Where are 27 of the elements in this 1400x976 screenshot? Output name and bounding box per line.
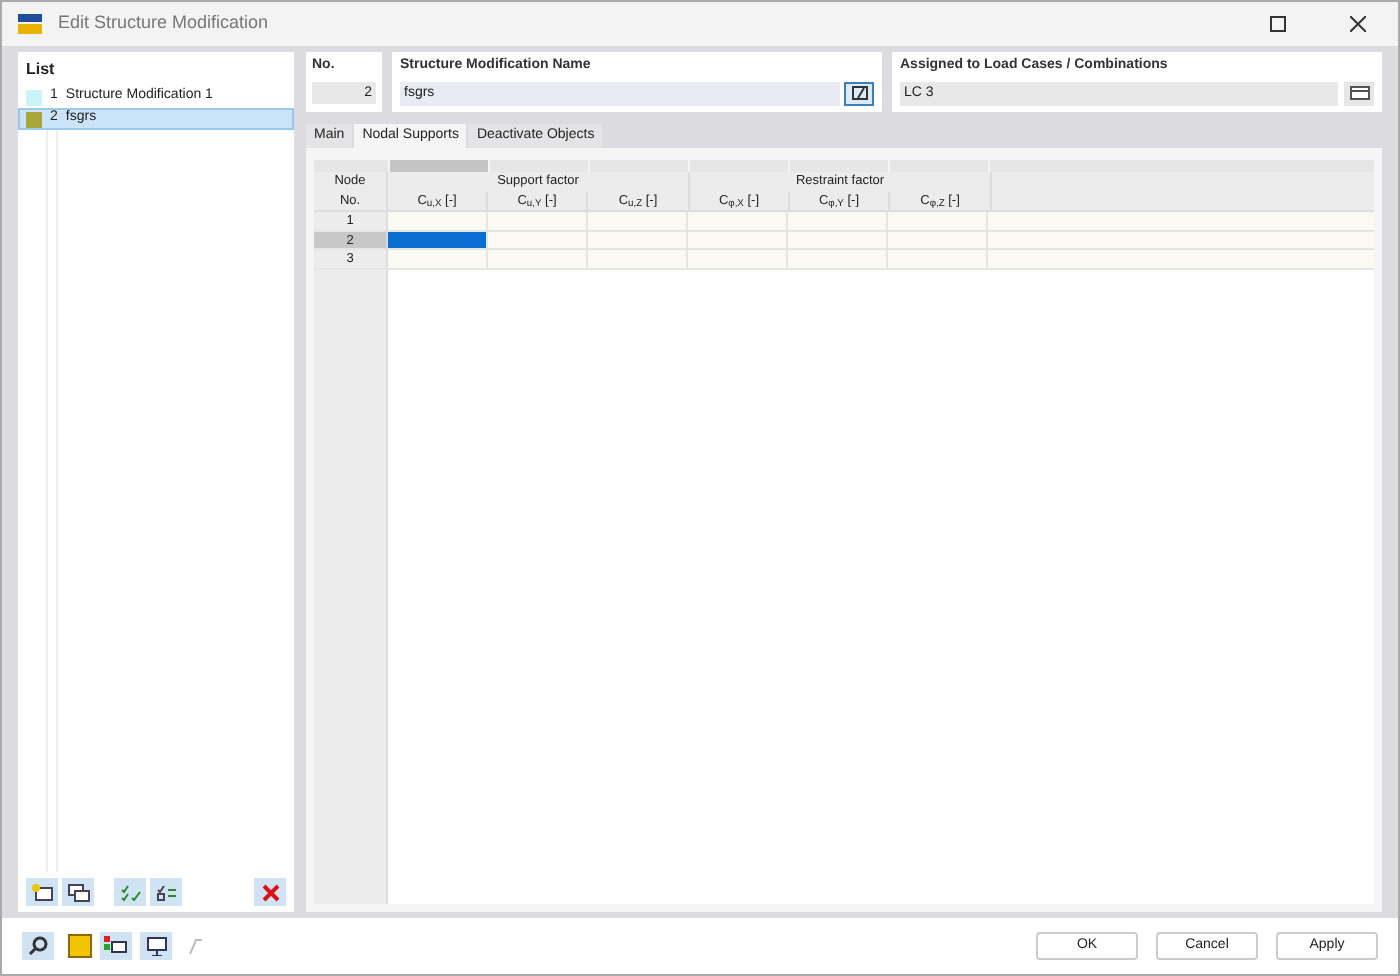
color-button[interactable] [68, 934, 92, 958]
toggle-check-button[interactable] [150, 878, 182, 906]
edit-button[interactable] [844, 81, 874, 105]
function-icon [186, 936, 206, 956]
delete-button[interactable] [254, 878, 286, 906]
new-item-icon [31, 883, 53, 901]
list-title: List [24, 58, 57, 82]
check-all-button[interactable] [114, 878, 146, 906]
window-title: Edit Structure Modification [58, 10, 269, 37]
close-icon[interactable] [1350, 16, 1366, 32]
edit-icon [851, 86, 867, 100]
checkmarks-icon [119, 883, 141, 901]
delete-icon [261, 883, 279, 901]
view-button[interactable] [140, 932, 172, 960]
maximize-icon[interactable] [1270, 16, 1286, 32]
app-icon [18, 14, 42, 34]
checklist-icon [155, 883, 177, 901]
search-icon [28, 936, 48, 956]
search-button[interactable] [22, 932, 54, 960]
new-item-button[interactable] [26, 878, 58, 906]
window-icon [1349, 86, 1369, 100]
copy-button[interactable] [62, 878, 94, 906]
copy-icon [67, 883, 89, 901]
monitor-icon [145, 936, 167, 956]
select-button[interactable] [1344, 81, 1374, 105]
display-icon [104, 936, 128, 956]
display-button[interactable] [100, 932, 132, 960]
